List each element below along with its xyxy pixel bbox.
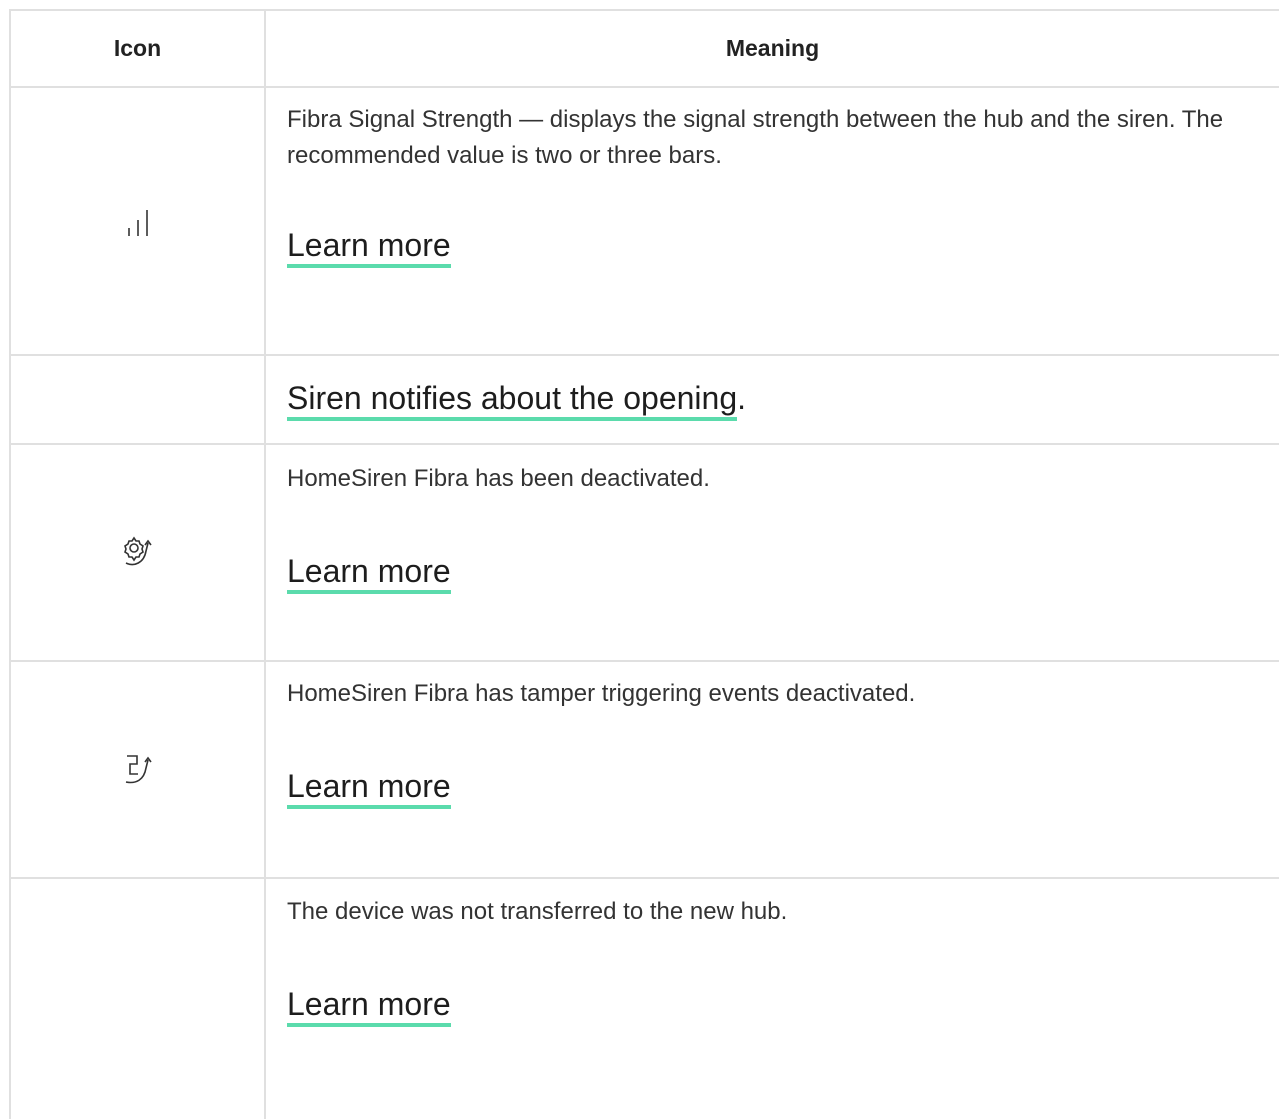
siren-notifies-link[interactable]: Siren notifies about the opening bbox=[287, 380, 738, 421]
header-icon-column: Icon bbox=[11, 11, 266, 86]
icon-cell bbox=[11, 662, 266, 877]
meaning-cell: Siren notifies about the opening. bbox=[266, 356, 1279, 443]
meaning-cell: HomeSiren Fibra has tamper triggering ev… bbox=[266, 662, 1279, 877]
learn-more-link[interactable]: Learn more bbox=[287, 227, 451, 268]
link-suffix: . bbox=[737, 380, 746, 416]
table-row: HomeSiren Fibra has been deactivated. Le… bbox=[11, 445, 1279, 662]
row-description: The device was not transferred to the ne… bbox=[287, 898, 788, 925]
tamper-deactivated-icon bbox=[125, 754, 152, 783]
gear-deactivated-icon bbox=[123, 536, 152, 565]
table-row: Siren notifies about the opening. bbox=[11, 356, 1279, 445]
row-description: HomeSiren Fibra has tamper triggering ev… bbox=[287, 680, 916, 707]
header-meaning-column: Meaning bbox=[725, 35, 820, 61]
table-row: HomeSiren Fibra has tamper triggering ev… bbox=[11, 662, 1279, 879]
learn-more-link[interactable]: Learn more bbox=[287, 768, 451, 809]
meaning-cell: The device was not transferred to the ne… bbox=[266, 879, 1279, 1119]
icon-cell bbox=[11, 88, 266, 354]
row-description: Fibra Signal Strength — displays the sig… bbox=[287, 106, 1224, 169]
learn-more-link[interactable]: Learn more bbox=[287, 553, 451, 594]
icon-cell bbox=[11, 356, 266, 443]
learn-more-link[interactable]: Learn more bbox=[287, 986, 451, 1027]
meaning-cell: Fibra Signal Strength — displays the sig… bbox=[266, 88, 1279, 354]
row-description: HomeSiren Fibra has been deactivated. bbox=[287, 465, 710, 492]
icon-cell bbox=[11, 879, 266, 1119]
signal-strength-icon bbox=[127, 210, 148, 236]
meaning-cell: HomeSiren Fibra has been deactivated. Le… bbox=[266, 445, 1279, 660]
icon-cell bbox=[11, 445, 266, 660]
table-row: Fibra Signal Strength — displays the sig… bbox=[11, 88, 1279, 356]
table-header-row: Icon Meaning bbox=[11, 11, 1279, 88]
table-row: The device was not transferred to the ne… bbox=[11, 879, 1279, 1119]
icon-meaning-table: Icon Meaning Fibra Signal Strength — dis… bbox=[9, 9, 1279, 1119]
